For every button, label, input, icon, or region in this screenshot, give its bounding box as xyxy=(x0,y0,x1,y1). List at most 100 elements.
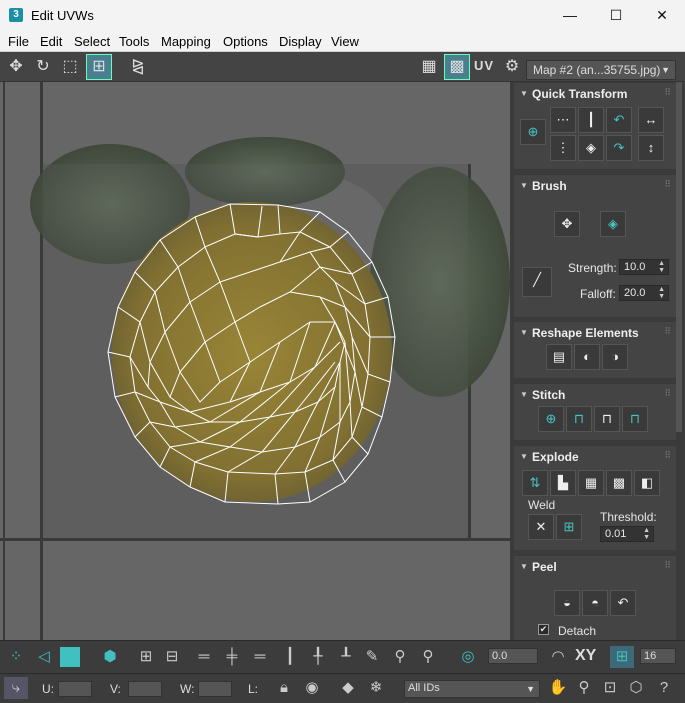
polygon-mode-icon[interactable] xyxy=(60,647,80,667)
strength-spinner[interactable]: 10.0 ▲ ▼ xyxy=(619,259,669,275)
angle-spinner[interactable]: 0.0 xyxy=(488,648,538,664)
align-horizontal-icon[interactable]: ⋯ xyxy=(550,107,576,133)
menu-display[interactable]: Display xyxy=(279,34,322,49)
collapse-triangle-icon[interactable]: ▼ xyxy=(520,89,528,98)
freeform-mode-icon[interactable]: ⊞ xyxy=(86,54,112,80)
weld-selected-icon[interactable]: ✕ xyxy=(528,514,554,540)
falloff-spinner[interactable]: 20.0 ▲ ▼ xyxy=(619,285,669,301)
move-icon[interactable]: ✥ xyxy=(4,55,28,79)
drag-handle-icon[interactable]: ⠿ xyxy=(664,388,671,399)
ring-shrink-icon[interactable]: ┸ xyxy=(334,646,358,668)
peel-title[interactable]: Peel xyxy=(532,560,557,574)
minimize-button[interactable]: — xyxy=(547,0,593,31)
checker-pattern-icon[interactable]: ▦ xyxy=(417,55,441,79)
scale-icon[interactable]: ⬚ xyxy=(58,55,82,79)
vertex-mode-icon[interactable]: ⁘ xyxy=(4,646,28,668)
menu-view[interactable]: View xyxy=(331,34,359,49)
falloff-type-icon[interactable]: ◠ xyxy=(546,646,570,668)
quick-transform-title[interactable]: Quick Transform xyxy=(532,87,627,101)
relax-settings-icon[interactable]: ◑ xyxy=(602,344,628,370)
loop-shrink-icon[interactable]: ═ xyxy=(248,646,272,668)
stitch-custom-icon[interactable]: ⊕ xyxy=(538,406,564,432)
maximize-button[interactable]: ☐ xyxy=(593,0,639,31)
rotate-cw-icon[interactable]: ↷ xyxy=(606,135,632,161)
ring-grow-icon[interactable]: ╀ xyxy=(306,646,330,668)
space-vertical-icon[interactable]: ↕ xyxy=(638,135,664,161)
menu-mapping[interactable]: Mapping xyxy=(161,34,211,49)
help-icon[interactable]: ? xyxy=(652,677,676,699)
grow-selection-icon[interactable]: ⊞ xyxy=(134,646,158,668)
freeze-icon[interactable]: ❄ xyxy=(364,677,388,699)
snap-grid-icon[interactable]: ⊞ xyxy=(610,646,634,668)
space-horizontal-icon[interactable]: ↔ xyxy=(638,107,664,133)
rotate-ccw-icon[interactable]: ↶ xyxy=(606,107,632,133)
v-field[interactable] xyxy=(128,681,162,697)
w-field[interactable] xyxy=(198,681,232,697)
spinner-arrows-icon[interactable]: ▲ ▼ xyxy=(658,286,665,300)
soft-selection-icon[interactable]: ◎ xyxy=(456,646,480,668)
explode-flatten-icon[interactable]: ◧ xyxy=(634,470,660,496)
shrink-brush-icon[interactable]: ⚲ xyxy=(416,646,440,668)
texture-settings-icon[interactable]: ⚙ xyxy=(500,55,524,79)
hide-icon[interactable]: ◉ xyxy=(300,677,324,699)
explode-polygons-icon[interactable]: ▩ xyxy=(606,470,632,496)
drag-handle-icon[interactable]: ⠿ xyxy=(664,87,671,98)
mirror-icon[interactable]: ⧎ xyxy=(126,55,150,79)
stitch-to-target-icon[interactable]: ⊓ xyxy=(622,406,648,432)
zoom-icon[interactable]: ⚲ xyxy=(572,677,596,699)
scrollbar-thumb[interactable] xyxy=(676,82,682,432)
loop-icon[interactable]: ═ xyxy=(192,646,216,668)
pan-icon[interactable]: ✋ xyxy=(546,677,570,699)
lock-icon[interactable]: 🔒︎ xyxy=(272,677,296,699)
relax-brush-icon[interactable]: ◈ xyxy=(600,211,626,237)
threshold-spinner[interactable]: 0.01 ▲ ▼ xyxy=(600,526,654,542)
edge-mode-icon[interactable]: ◁ xyxy=(32,646,56,668)
loop-grow-icon[interactable]: ╪ xyxy=(220,646,244,668)
drag-handle-icon[interactable]: ⠿ xyxy=(664,560,671,571)
drag-handle-icon[interactable]: ⠿ xyxy=(664,450,671,461)
menu-select[interactable]: Select xyxy=(74,34,110,49)
align-vertical-icon[interactable]: ┃ xyxy=(578,107,604,133)
menu-edit[interactable]: Edit xyxy=(40,34,62,49)
zoom-region-icon[interactable]: ⊡ xyxy=(598,677,622,699)
collapse-triangle-icon[interactable]: ▼ xyxy=(520,452,528,461)
reshape-elements-title[interactable]: Reshape Elements xyxy=(532,326,639,340)
paint-select-icon[interactable]: ✎ xyxy=(360,646,384,668)
panel-scrollbar[interactable] xyxy=(676,82,682,640)
menu-tools[interactable]: Tools xyxy=(119,34,149,49)
target-weld-icon[interactable]: ⊞ xyxy=(556,514,582,540)
align-grid-icon[interactable]: ◈ xyxy=(578,135,604,161)
break-icon[interactable]: ⇅ xyxy=(522,470,548,496)
spinner-arrows-icon[interactable]: ▲ ▼ xyxy=(643,527,650,541)
collapse-triangle-icon[interactable]: ▼ xyxy=(520,390,528,399)
uv-editor-viewport[interactable] xyxy=(0,82,510,640)
menu-file[interactable]: File xyxy=(8,34,29,49)
collapse-triangle-icon[interactable]: ▼ xyxy=(520,562,528,571)
stitch-title[interactable]: Stitch xyxy=(532,388,565,402)
absolute-offset-icon[interactable]: ⤷ xyxy=(4,677,28,699)
explode-material-icon[interactable]: ▦ xyxy=(578,470,604,496)
straighten-icon[interactable]: ▤ xyxy=(546,344,572,370)
collapse-triangle-icon[interactable]: ▼ xyxy=(520,181,528,190)
reset-peel-icon[interactable]: ↶ xyxy=(610,590,636,616)
rotate-icon[interactable]: ↻ xyxy=(31,55,55,79)
freeze-material-icon[interactable]: ◆ xyxy=(336,677,360,699)
texture-checker-icon[interactable]: ▩ xyxy=(444,54,470,80)
zoom-extents-icon[interactable]: ⬡ xyxy=(624,677,648,699)
relax-icon[interactable]: ◐ xyxy=(574,344,600,370)
shrink-selection-icon[interactable]: ⊟ xyxy=(160,646,184,668)
detach-checkbox[interactable]: ✔ xyxy=(538,624,549,635)
stitch-to-source-icon[interactable]: ⊓ xyxy=(566,406,592,432)
collapse-triangle-icon[interactable]: ▼ xyxy=(520,328,528,337)
paint-move-icon[interactable]: ✥ xyxy=(554,211,580,237)
map-selector[interactable]: Map #2 (an...35755.jpg) ▼ xyxy=(526,60,676,80)
explode-smoothing-icon[interactable]: ▙ xyxy=(550,470,576,496)
menu-options[interactable]: Options xyxy=(223,34,268,49)
quick-peel-icon[interactable]: ◒ xyxy=(554,590,580,616)
element-mode-icon[interactable]: ⬢ xyxy=(98,646,122,668)
falloff-curve-icon[interactable]: ╱ xyxy=(522,267,552,297)
uv-canvas[interactable] xyxy=(0,82,510,640)
drag-handle-icon[interactable]: ⠿ xyxy=(664,179,671,190)
brush-title[interactable]: Brush xyxy=(532,179,567,193)
u-field[interactable] xyxy=(58,681,92,697)
